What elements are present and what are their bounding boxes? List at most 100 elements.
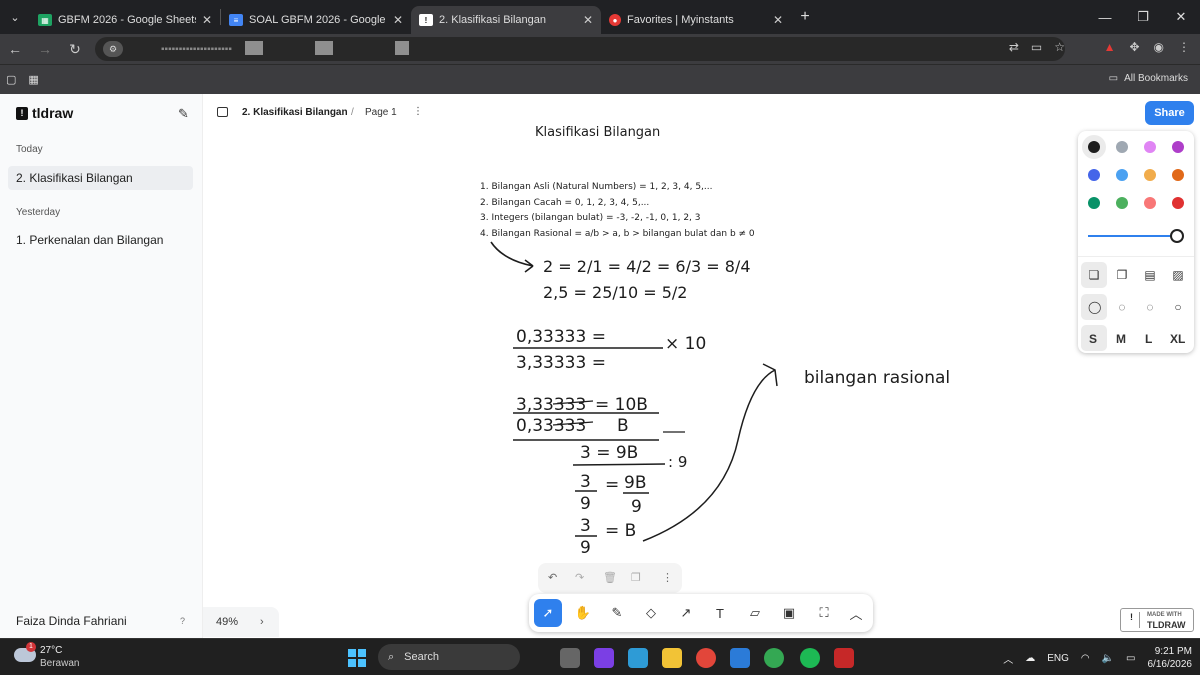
reload-icon[interactable]: ↻ [60, 41, 90, 58]
tray-chevron-icon[interactable]: ︿ [1003, 651, 1013, 666]
duplicate-icon[interactable]: ❐ [631, 571, 641, 584]
address-bar[interactable]: ⚙ ▪▪▪▪▪▪▪▪▪▪▪▪▪▪▪▪▪▪▪▪ [95, 37, 1065, 61]
size-xl-button[interactable]: XL [1170, 332, 1185, 346]
color-violet[interactable] [1172, 141, 1184, 153]
frame-tool-icon[interactable]: ⛶ [810, 599, 838, 627]
onedrive-icon[interactable]: ☁ [1025, 653, 1035, 664]
color-red[interactable] [1172, 197, 1184, 209]
size-s-button[interactable]: S [1089, 332, 1097, 346]
more-tools-chevron-icon[interactable]: ︿ [842, 599, 870, 627]
note-tool-icon[interactable]: ▱ [741, 599, 769, 627]
all-bookmarks[interactable]: ▭ All Bookmarks [1109, 73, 1188, 84]
apps-grid-icon[interactable]: ▦ [28, 73, 38, 86]
document-name[interactable]: 2. Klasifikasi Bilangan [242, 107, 348, 118]
restore-icon[interactable]: ❐ [1124, 0, 1162, 34]
drawing-canvas[interactable]: Klasifikasi Bilangan 1. Bilangan Asli (N… [203, 120, 1200, 638]
language-indicator[interactable]: ENG [1047, 653, 1069, 664]
forward-icon[interactable]: → [30, 41, 60, 57]
bookmark-star-icon[interactable]: ☆ [1054, 40, 1065, 54]
translate-icon[interactable]: ⇄ [1009, 40, 1019, 54]
spotify-icon[interactable] [800, 648, 820, 668]
wifi-icon[interactable]: ◠ [1081, 653, 1090, 664]
fill-semi-icon[interactable]: ❐ [1116, 269, 1128, 281]
color-light-blue[interactable] [1116, 169, 1128, 181]
mcafee-icon[interactable] [834, 648, 854, 668]
minimap-chevron-icon[interactable]: › [260, 616, 264, 628]
dash-dotted-icon[interactable]: ◌ [1144, 301, 1156, 313]
made-with-tldraw-badge[interactable]: ! MADE WITH TLDRAW [1120, 608, 1194, 632]
file-explorer-icon[interactable] [662, 648, 682, 668]
volume-icon[interactable]: 🔈 [1102, 653, 1114, 664]
sidebar-file-klasifikasi[interactable]: 2. Klasifikasi Bilangan [8, 166, 193, 190]
dash-draw-icon[interactable]: ◯ [1088, 301, 1101, 313]
eraser-tool-icon[interactable]: ◇ [637, 599, 665, 627]
page-name[interactable]: Page 1 [365, 107, 397, 118]
dash-dashed-icon[interactable]: ◌ [1116, 301, 1128, 313]
redo-icon[interactable]: ↷ [575, 571, 584, 584]
zoom-menu[interactable]: 49% › [203, 607, 279, 637]
close-tab-icon[interactable]: ✕ [583, 13, 593, 27]
opacity-slider-handle[interactable] [1170, 229, 1184, 243]
battery-icon[interactable]: ▭ [1126, 653, 1135, 664]
close-tab-icon[interactable]: ✕ [202, 13, 212, 27]
fill-pattern-icon[interactable]: ▨ [1172, 269, 1184, 281]
browser-tab-sheets[interactable]: ▦ GBFM 2026 - Google Sheets ✕ [30, 6, 220, 34]
color-orange[interactable] [1172, 169, 1184, 181]
copilot-icon[interactable] [628, 648, 648, 668]
sidebar-file-perkenalan[interactable]: 1. Perkenalan dan Bilangan [8, 228, 193, 252]
clock[interactable]: 9:21 PM 6/16/2026 [1148, 645, 1193, 671]
draw-tool-icon[interactable]: ✎ [603, 599, 631, 627]
color-blue[interactable] [1088, 169, 1100, 181]
arrow-tool-icon[interactable]: ↗ [672, 599, 700, 627]
browser-tab-tldraw[interactable]: ! 2. Klasifikasi Bilangan ✕ [411, 6, 601, 34]
fill-solid-icon[interactable]: ▤ [1144, 269, 1156, 281]
pdf-extension-icon[interactable]: ▲ [1104, 40, 1116, 54]
browser-tab-myinstants[interactable]: ● Favorites | Myinstants ✕ [601, 6, 791, 34]
minimize-icon[interactable]: — [1086, 0, 1124, 34]
opacity-slider-track[interactable] [1088, 235, 1176, 237]
browser-menu-icon[interactable]: ⋮ [1178, 40, 1190, 54]
color-green[interactable] [1088, 197, 1100, 209]
chrome-icon[interactable] [696, 648, 716, 668]
select-tool-icon[interactable]: ➚ [534, 599, 562, 627]
close-tab-icon[interactable]: ✕ [773, 13, 783, 27]
chrome-profile-icon[interactable] [764, 648, 784, 668]
help-icon[interactable]: ? [180, 616, 185, 626]
color-light-violet[interactable] [1144, 141, 1156, 153]
more-actions-icon[interactable]: ⋮ [662, 571, 673, 584]
tab-search-chevron-icon[interactable]: ⌄ [0, 0, 30, 34]
task-view-icon[interactable] [560, 648, 580, 668]
image-tool-icon[interactable]: ▣ [775, 599, 803, 627]
app-icon-purple[interactable] [594, 648, 614, 668]
back-icon[interactable]: ← [0, 41, 30, 57]
delete-icon[interactable]: 🗑 [603, 571, 617, 584]
color-black[interactable] [1088, 141, 1100, 153]
start-button[interactable] [348, 649, 366, 667]
dash-solid-icon[interactable]: ○ [1172, 301, 1184, 313]
store-icon[interactable] [730, 648, 750, 668]
hand-tool-icon[interactable]: ✋ [569, 599, 597, 627]
undo-icon[interactable]: ↶ [548, 571, 557, 584]
toggle-sidebar-icon[interactable] [217, 107, 228, 117]
color-grey[interactable] [1116, 141, 1128, 153]
browser-tab-docs[interactable]: ≡ SOAL GBFM 2026 - Google Doc ✕ [221, 6, 411, 34]
new-tab-icon[interactable]: + [791, 8, 819, 26]
cast-icon[interactable]: ▭ [1031, 40, 1042, 54]
document-menu-icon[interactable]: ⋮ [413, 106, 423, 117]
extensions-icon[interactable]: ✥ [1129, 40, 1139, 54]
close-tab-icon[interactable]: ✕ [393, 13, 403, 27]
size-l-button[interactable]: L [1145, 332, 1152, 346]
color-yellow[interactable] [1144, 169, 1156, 181]
profile-avatar-icon[interactable]: ◉ [1154, 40, 1164, 54]
close-window-icon[interactable]: ✕ [1162, 0, 1200, 34]
site-info-icon[interactable]: ⚙ [103, 41, 123, 57]
size-m-button[interactable]: M [1116, 332, 1126, 346]
new-file-icon[interactable]: ✎ [178, 106, 189, 122]
taskbar-search[interactable]: ⌕ Search [378, 644, 520, 670]
color-light-green[interactable] [1116, 197, 1128, 209]
user-name[interactable]: Faiza Dinda Fahriani [16, 614, 127, 628]
tab-strip-icon[interactable]: ▢ [6, 73, 16, 86]
text-tool-icon[interactable]: T [706, 599, 734, 627]
fill-none-icon[interactable]: ❏ [1088, 269, 1100, 281]
color-light-red[interactable] [1144, 197, 1156, 209]
